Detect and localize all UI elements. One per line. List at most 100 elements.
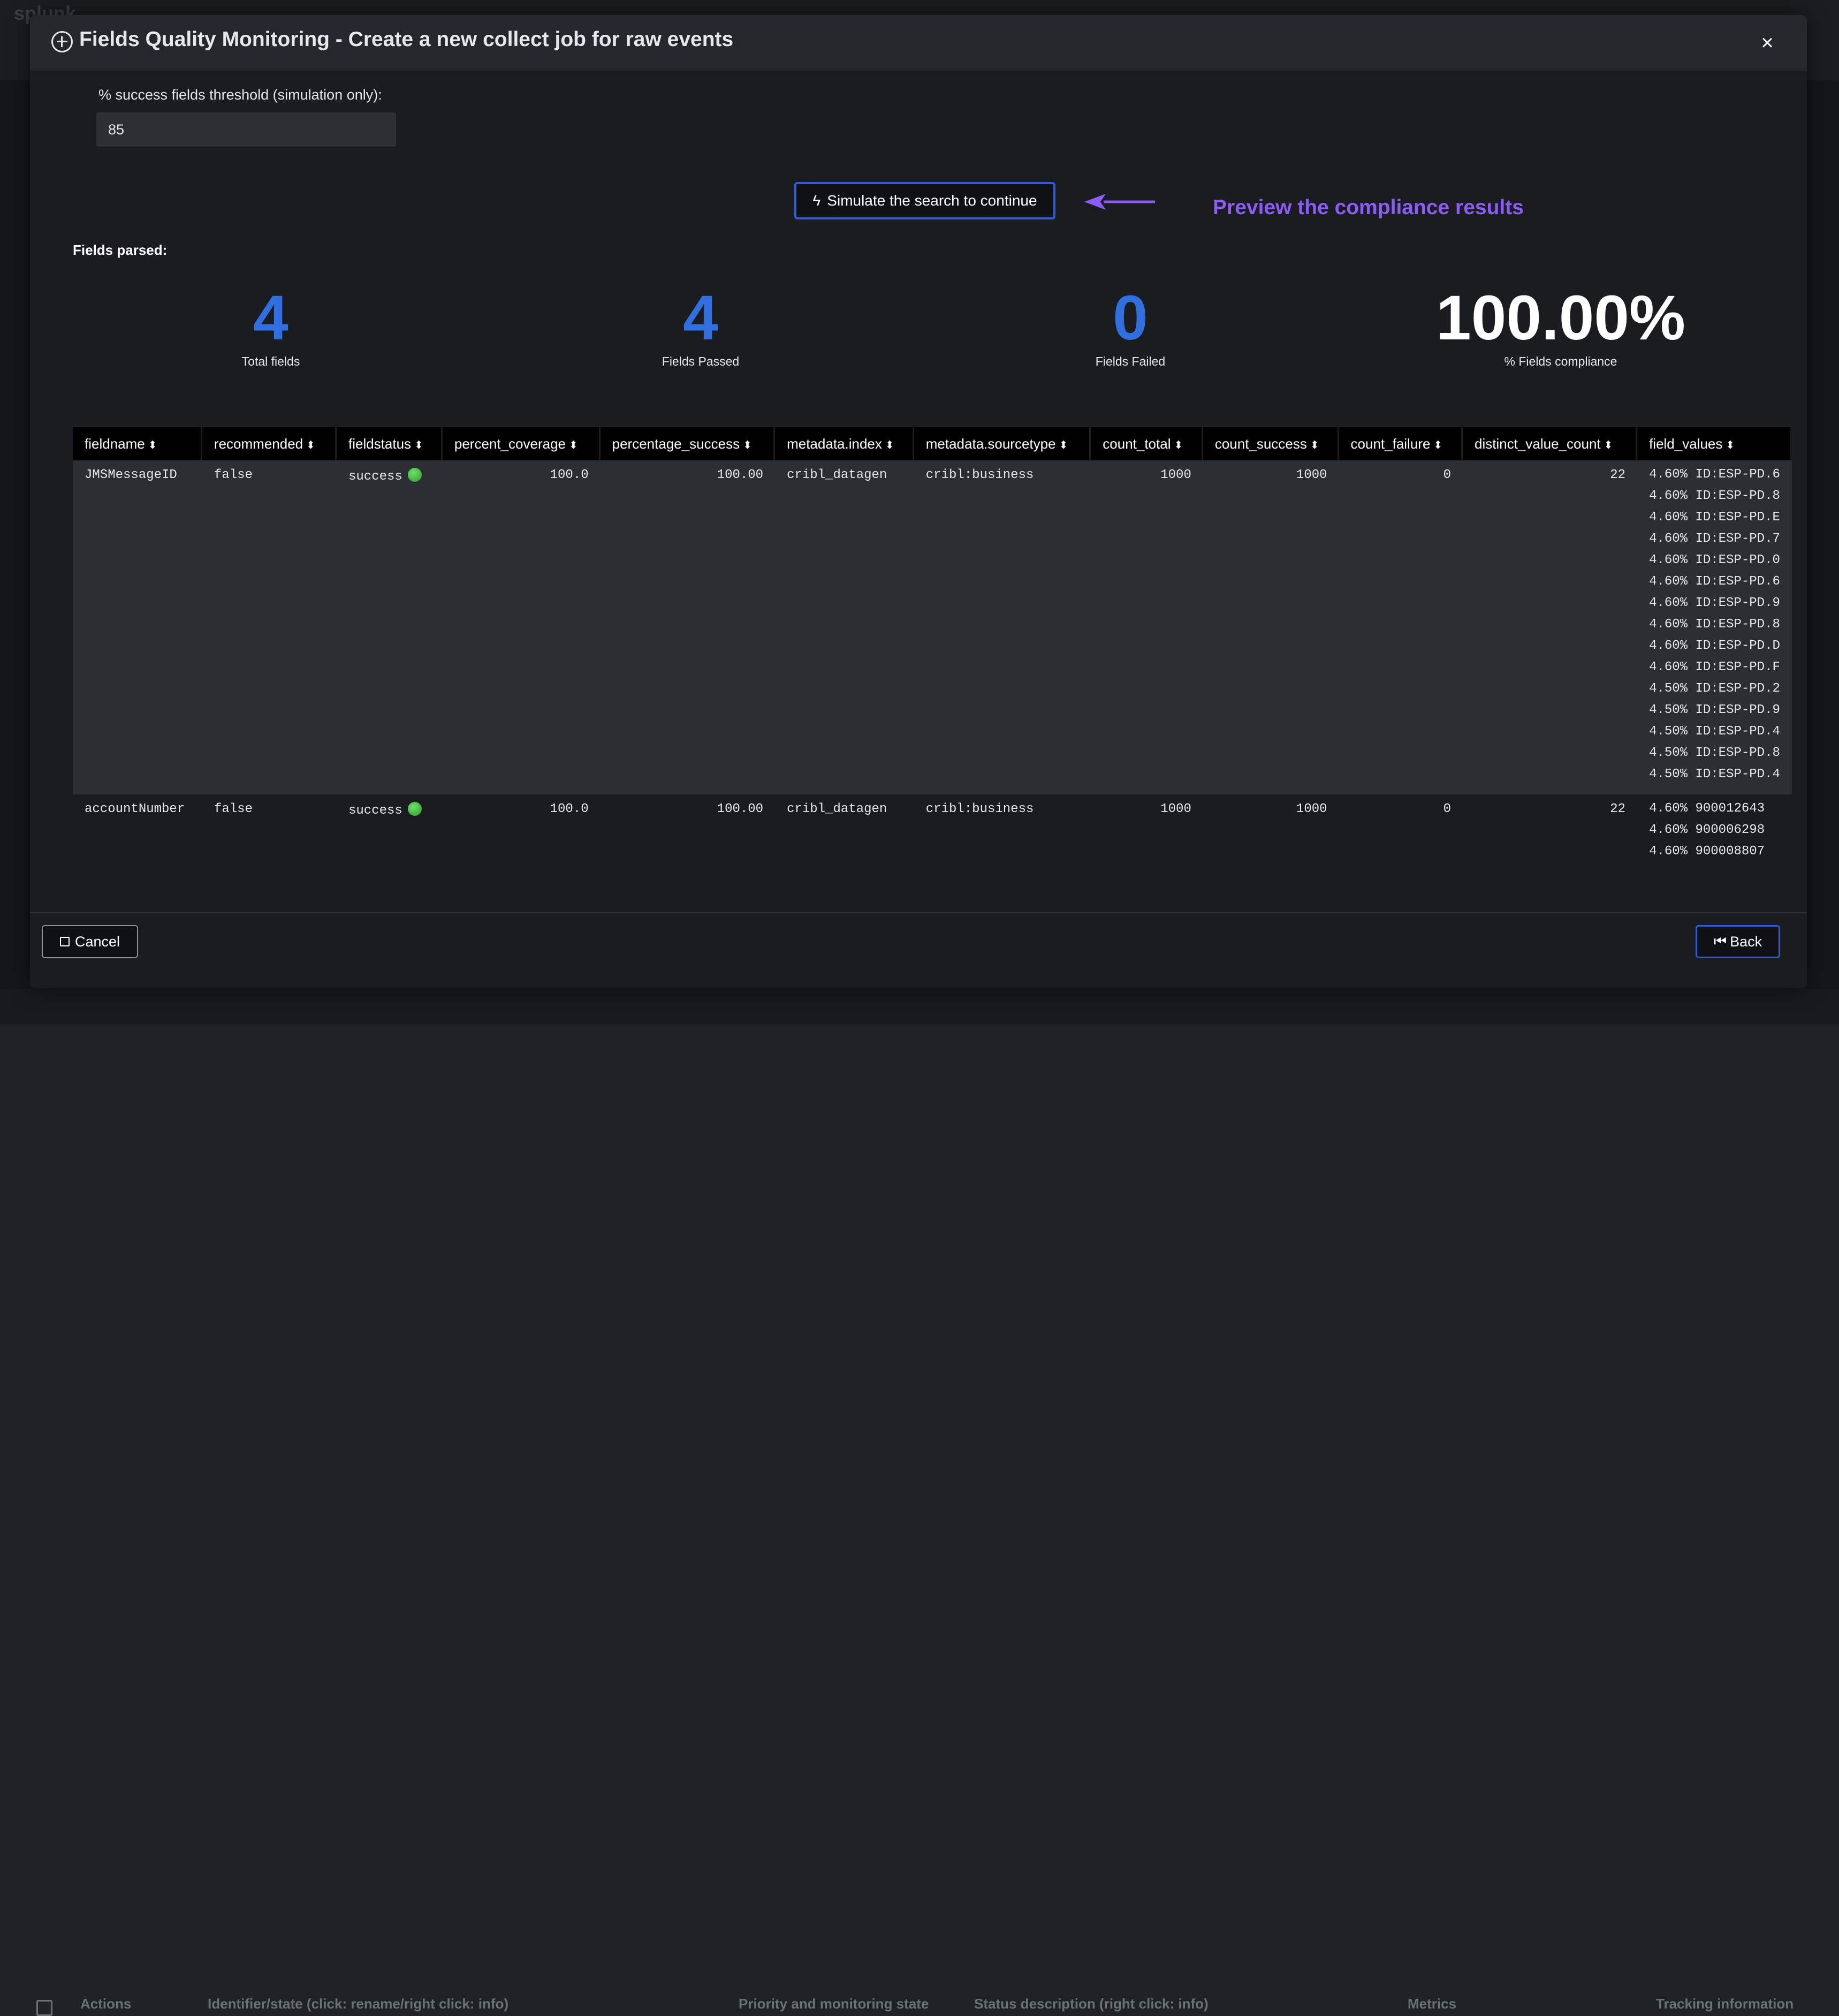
column-header-percentage-success[interactable]: percentage_success ⬍ — [600, 427, 776, 460]
cell-percent-coverage: 100.0 — [442, 794, 601, 865]
sort-icon: ⬍ — [569, 439, 578, 451]
cell-count-failure: 0 — [1339, 794, 1463, 865]
column-header-count-success[interactable]: count_success ⬍ — [1203, 427, 1339, 460]
column-header-recommended[interactable]: recommended ⬍ — [202, 427, 337, 460]
field-value-line: 4.60% 900006298 — [1649, 823, 1765, 837]
cell-count-total: 1000 — [1091, 794, 1203, 865]
stat-value: 4 — [253, 283, 288, 353]
field-value-line: 4.60% ID:ESP-PD.6 — [1649, 467, 1780, 482]
lightning-icon: ϟ — [812, 192, 821, 209]
sort-icon: ⬍ — [306, 439, 315, 451]
column-header-count-failure[interactable]: count_failure ⬍ — [1339, 427, 1463, 460]
field-value-line: 4.60% ID:ESP-PD.E — [1649, 510, 1780, 525]
background-col-identifier: Identifier/state (click: rename/right cl… — [208, 1996, 509, 2012]
field-value-line: 4.50% ID:ESP-PD.9 — [1649, 703, 1780, 717]
table-row[interactable]: accountNumber false success 100.0 100.00… — [73, 794, 1792, 865]
modal-title: Fields Quality Monitoring - Create a new… — [79, 28, 734, 51]
field-value-line: 4.60% ID:ESP-PD.8 — [1649, 617, 1780, 632]
cell-percentage-success: 100.00 — [600, 794, 776, 865]
cell-metadata-sourcetype: cribl:business — [914, 460, 1091, 794]
column-header-metadata-sourcetype[interactable]: metadata.sourcetype ⬍ — [914, 427, 1091, 460]
stat-label: Fields Failed — [1095, 354, 1166, 368]
add-circle-icon — [51, 31, 73, 52]
stat-value: 100.00% — [1436, 283, 1685, 353]
stat-total-fields: 4 Total fields — [110, 284, 431, 369]
cell-fieldname: JMSMessageID — [73, 460, 202, 794]
column-header-fieldname[interactable]: fieldname ⬍ — [73, 427, 202, 460]
cell-recommended: false — [202, 794, 337, 865]
cell-percent-coverage: 100.0 — [442, 460, 601, 794]
stat-fields-passed: 4 Fields Passed — [540, 284, 861, 369]
stat-fields-failed: 0 Fields Failed — [970, 284, 1291, 369]
stat-label: Fields Passed — [662, 354, 740, 368]
cell-metadata-sourcetype: cribl:business — [914, 794, 1091, 865]
field-value-line: 4.50% ID:ESP-PD.8 — [1649, 746, 1780, 760]
table-row[interactable]: JMSMessageID false success 100.0 100.00 … — [73, 460, 1792, 794]
arrow-left-icon — [1084, 194, 1155, 210]
cell-fieldstatus: success — [337, 460, 443, 794]
back-button[interactable]: ⏮ Back — [1696, 925, 1780, 958]
sort-icon: ⬍ — [414, 439, 423, 451]
modal-header: Fields Quality Monitoring - Create a new… — [30, 15, 1807, 71]
stat-label: % Fields compliance — [1504, 354, 1617, 368]
cell-fieldstatus: success — [337, 794, 443, 865]
cell-count-success: 1000 — [1203, 794, 1339, 865]
field-value-line: 4.50% ID:ESP-PD.2 — [1649, 681, 1780, 696]
background-col-metrics: Metrics — [1408, 1996, 1457, 2012]
background-select-all-checkbox — [36, 2000, 52, 2016]
sort-icon: ⬍ — [148, 439, 157, 451]
cell-percentage-success: 100.00 — [600, 460, 776, 794]
field-value-line: 4.60% 900012643 — [1649, 801, 1765, 816]
table-header-row: fieldname ⬍ recommended ⬍ fieldstatus ⬍ per… — [73, 427, 1792, 460]
stat-label: Total fields — [241, 354, 300, 368]
cell-metadata-index: cribl_datagen — [775, 460, 914, 794]
field-value-line: 4.50% ID:ESP-PD.4 — [1649, 724, 1780, 739]
cell-recommended: false — [202, 460, 337, 794]
cell-count-failure: 0 — [1339, 460, 1463, 794]
field-value-line: 4.50% ID:ESP-PD.4 — [1649, 767, 1780, 782]
stat-fields-compliance: 100.00% % Fields compliance — [1400, 284, 1721, 369]
annotation-text: Preview the compliance results — [1213, 196, 1524, 219]
column-header-metadata-index[interactable]: metadata.index ⬍ — [775, 427, 914, 460]
status-green-dot-icon — [407, 468, 422, 482]
field-value-line: 4.60% ID:ESP-PD.D — [1649, 639, 1780, 653]
field-value-line: 4.60% ID:ESP-PD.8 — [1649, 489, 1780, 503]
column-header-fieldstatus[interactable]: fieldstatus ⬍ — [337, 427, 443, 460]
field-value-line: 4.60% ID:ESP-PD.6 — [1649, 574, 1780, 589]
simulate-search-button[interactable]: ϟ Simulate the search to continue — [794, 182, 1055, 219]
cell-count-total: 1000 — [1091, 460, 1203, 794]
sort-icon: ⬍ — [1433, 439, 1443, 451]
cell-field-values: 4.60% ID:ESP-PD.6 4.60% ID:ESP-PD.8 4.60… — [1637, 460, 1792, 794]
back-label: Back — [1730, 933, 1762, 950]
sort-icon: ⬍ — [1726, 439, 1735, 451]
cancel-label: Cancel — [74, 933, 120, 950]
field-value-line: 4.60% ID:ESP-PD.0 — [1649, 553, 1780, 567]
results-table: fieldname ⬍ recommended ⬍ fieldstatus ⬍ per… — [73, 427, 1792, 865]
sort-icon: ⬍ — [1174, 439, 1183, 451]
results-table-container[interactable]: fieldname ⬍ recommended ⬍ fieldstatus ⬍ per… — [73, 427, 1792, 865]
column-header-count-total[interactable]: count_total ⬍ — [1091, 427, 1203, 460]
sort-icon: ⬍ — [885, 439, 894, 451]
threshold-label: % success fields threshold (simulation o… — [98, 87, 382, 103]
cell-distinct-value-count: 22 — [1463, 794, 1638, 865]
simulate-search-label: Simulate the search to continue — [827, 192, 1037, 209]
column-header-field-values[interactable]: field_values ⬍ — [1637, 427, 1792, 460]
sort-icon: ⬍ — [1310, 439, 1319, 451]
stat-value: 4 — [683, 283, 718, 353]
close-button[interactable]: × — [1756, 31, 1779, 55]
cell-field-values: 4.60% 900012643 4.60% 900006298 4.60% 90… — [1637, 794, 1792, 865]
sort-icon: ⬍ — [1059, 439, 1068, 451]
cancel-button[interactable]: Cancel — [42, 925, 138, 958]
field-value-line: 4.60% ID:ESP-PD.F — [1649, 660, 1780, 674]
column-header-percent-coverage[interactable]: percent_coverage ⬍ — [442, 427, 601, 460]
field-value-line: 4.60% 900008807 — [1649, 844, 1765, 859]
cell-metadata-index: cribl_datagen — [775, 794, 914, 865]
threshold-input[interactable] — [96, 112, 396, 147]
column-header-distinct-value-count[interactable]: distinct_value_count ⬍ — [1463, 427, 1638, 460]
sort-icon: ⬍ — [1604, 439, 1613, 451]
background-col-status: Status description (right click: info) — [974, 1996, 1209, 2012]
cell-count-success: 1000 — [1203, 460, 1339, 794]
modal-footer — [30, 912, 1807, 988]
background-col-actions: Actions — [80, 1996, 132, 2012]
fields-parsed-label: Fields parsed: — [73, 242, 168, 258]
